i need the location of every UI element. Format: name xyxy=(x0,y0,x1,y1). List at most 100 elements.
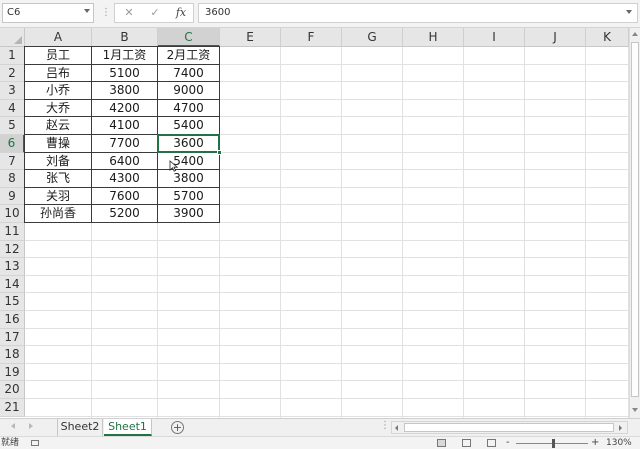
vertical-scroll-thumb[interactable] xyxy=(631,42,639,397)
formula-bar-separator[interactable]: ⋮ xyxy=(101,7,111,19)
expand-formula-icon[interactable] xyxy=(626,10,632,14)
table-cell[interactable]: 9000 xyxy=(158,82,220,100)
check-icon[interactable]: ✓ xyxy=(144,4,166,22)
table-cell[interactable]: 孙尚香 xyxy=(24,205,92,223)
row-header-20[interactable]: 20 xyxy=(0,381,25,399)
table-header-cell[interactable]: 2月工资 xyxy=(158,46,220,65)
spreadsheet-grid[interactable]: ABCEFGHIJK 1 2 3 4 5 6 7 8 9 10 11 12 13 14 15 16 17 18 19… xyxy=(0,28,629,418)
row-header-10[interactable]: 10 xyxy=(0,205,25,223)
column-header-a[interactable]: A xyxy=(25,28,92,47)
column-header-f[interactable]: F xyxy=(281,28,342,47)
page-break-icon[interactable] xyxy=(487,439,496,447)
row-header-17[interactable]: 17 xyxy=(0,328,25,347)
row-gridline xyxy=(25,415,629,417)
column-header-k[interactable]: K xyxy=(586,28,629,47)
row-gridline xyxy=(25,310,629,311)
column-header-h[interactable]: H xyxy=(403,28,464,47)
macro-icon[interactable] xyxy=(31,440,39,446)
row-header-3[interactable]: 3 xyxy=(0,82,25,100)
zoom-in-button[interactable]: + xyxy=(591,437,599,449)
row-header-1[interactable]: 1 xyxy=(0,47,25,65)
row-header-8[interactable]: 8 xyxy=(0,170,25,188)
table-cell[interactable]: 7400 xyxy=(158,64,220,83)
table-cell[interactable]: 5400 xyxy=(158,117,220,135)
column-header-c[interactable]: C xyxy=(158,28,220,47)
table-cell[interactable]: 关羽 xyxy=(24,187,92,206)
table-cell[interactable]: 吕布 xyxy=(24,64,92,83)
table-cell[interactable]: 4200 xyxy=(92,99,158,118)
column-header-g[interactable]: G xyxy=(342,28,403,47)
table-cell[interactable]: 赵云 xyxy=(24,117,92,135)
tab-sheet1[interactable]: Sheet1 xyxy=(104,419,152,436)
table-cell[interactable]: 5200 xyxy=(92,205,158,223)
column-header-j[interactable]: J xyxy=(525,28,586,47)
table-cell[interactable]: 6400 xyxy=(92,152,158,171)
table-cell[interactable]: 大乔 xyxy=(24,99,92,118)
row-header-15[interactable]: 15 xyxy=(0,293,25,311)
formula-input[interactable]: 3600 xyxy=(198,3,638,23)
vertical-scrollbar[interactable] xyxy=(629,28,640,418)
row-gridline xyxy=(25,362,629,364)
row-header-12[interactable]: 12 xyxy=(0,240,25,259)
row-gridline xyxy=(25,398,629,399)
table-header-cell[interactable]: 员工 xyxy=(24,46,92,65)
row-gridline xyxy=(25,380,629,382)
select-all-button[interactable] xyxy=(0,28,25,47)
row-header-6[interactable]: 6 xyxy=(0,135,25,153)
cancel-icon[interactable]: ✕ xyxy=(118,4,140,22)
table-header-cell[interactable]: 1月工资 xyxy=(92,46,158,65)
horizontal-scrollbar[interactable] xyxy=(391,421,628,434)
table-cell[interactable]: 小乔 xyxy=(24,82,92,100)
table-cell[interactable]: 3800 xyxy=(158,170,220,188)
row-header-16[interactable]: 16 xyxy=(0,311,25,329)
tab-splitter[interactable]: ⋮ xyxy=(380,420,390,431)
row-header-2[interactable]: 2 xyxy=(0,64,25,83)
fx-icon[interactable]: fx xyxy=(170,4,192,22)
column-header-b[interactable]: B xyxy=(92,28,158,47)
table-cell[interactable]: 4300 xyxy=(92,170,158,188)
scroll-up-icon[interactable] xyxy=(632,32,638,36)
row-header-7[interactable]: 7 xyxy=(0,152,25,171)
tab-sheet2[interactable]: Sheet2 xyxy=(57,419,103,436)
table-cell[interactable]: 曹操 xyxy=(24,135,92,153)
table-cell[interactable]: 4700 xyxy=(158,99,220,118)
row-header-4[interactable]: 4 xyxy=(0,99,25,118)
table-cell[interactable]: 3600 xyxy=(158,135,220,153)
row-header-14[interactable]: 14 xyxy=(0,275,25,294)
table-cell[interactable]: 3800 xyxy=(92,82,158,100)
add-sheet-icon[interactable]: + xyxy=(171,421,184,434)
table-cell[interactable]: 刘备 xyxy=(24,152,92,171)
table-cell[interactable]: 5100 xyxy=(92,64,158,83)
table-cell[interactable]: 5400 xyxy=(158,152,220,171)
next-sheet-icon[interactable] xyxy=(29,423,33,429)
row-header-9[interactable]: 9 xyxy=(0,187,25,206)
scroll-left-icon[interactable] xyxy=(395,425,398,431)
name-box[interactable]: C6 xyxy=(2,3,94,23)
select-all-icon xyxy=(14,36,22,44)
normal-view-icon[interactable] xyxy=(437,439,446,447)
row-header-13[interactable]: 13 xyxy=(0,258,25,276)
scroll-right-icon[interactable] xyxy=(619,425,622,431)
zoom-slider-thumb[interactable] xyxy=(552,439,555,448)
table-cell[interactable]: 7700 xyxy=(92,135,158,153)
table-cell[interactable]: 4100 xyxy=(92,117,158,135)
zoom-out-button[interactable]: - xyxy=(506,437,510,449)
column-header-i[interactable]: I xyxy=(464,28,525,47)
horizontal-scroll-thumb[interactable] xyxy=(404,423,614,432)
row-gridline xyxy=(25,327,629,329)
zoom-level[interactable]: 130% xyxy=(606,437,632,449)
chevron-down-icon[interactable] xyxy=(84,9,90,13)
page-layout-icon[interactable] xyxy=(462,439,471,447)
row-header-5[interactable]: 5 xyxy=(0,117,25,135)
table-cell[interactable]: 7600 xyxy=(92,187,158,206)
table-cell[interactable]: 张飞 xyxy=(24,170,92,188)
scroll-down-icon[interactable] xyxy=(632,408,638,412)
table-cell[interactable]: 3900 xyxy=(158,205,220,223)
row-header-21[interactable]: 21 xyxy=(0,399,25,417)
column-header-e[interactable]: E xyxy=(220,28,281,47)
prev-sheet-icon[interactable] xyxy=(11,423,15,429)
table-cell[interactable]: 5700 xyxy=(158,187,220,206)
row-header-19[interactable]: 19 xyxy=(0,363,25,382)
row-header-18[interactable]: 18 xyxy=(0,346,25,364)
row-header-11[interactable]: 11 xyxy=(0,223,25,241)
